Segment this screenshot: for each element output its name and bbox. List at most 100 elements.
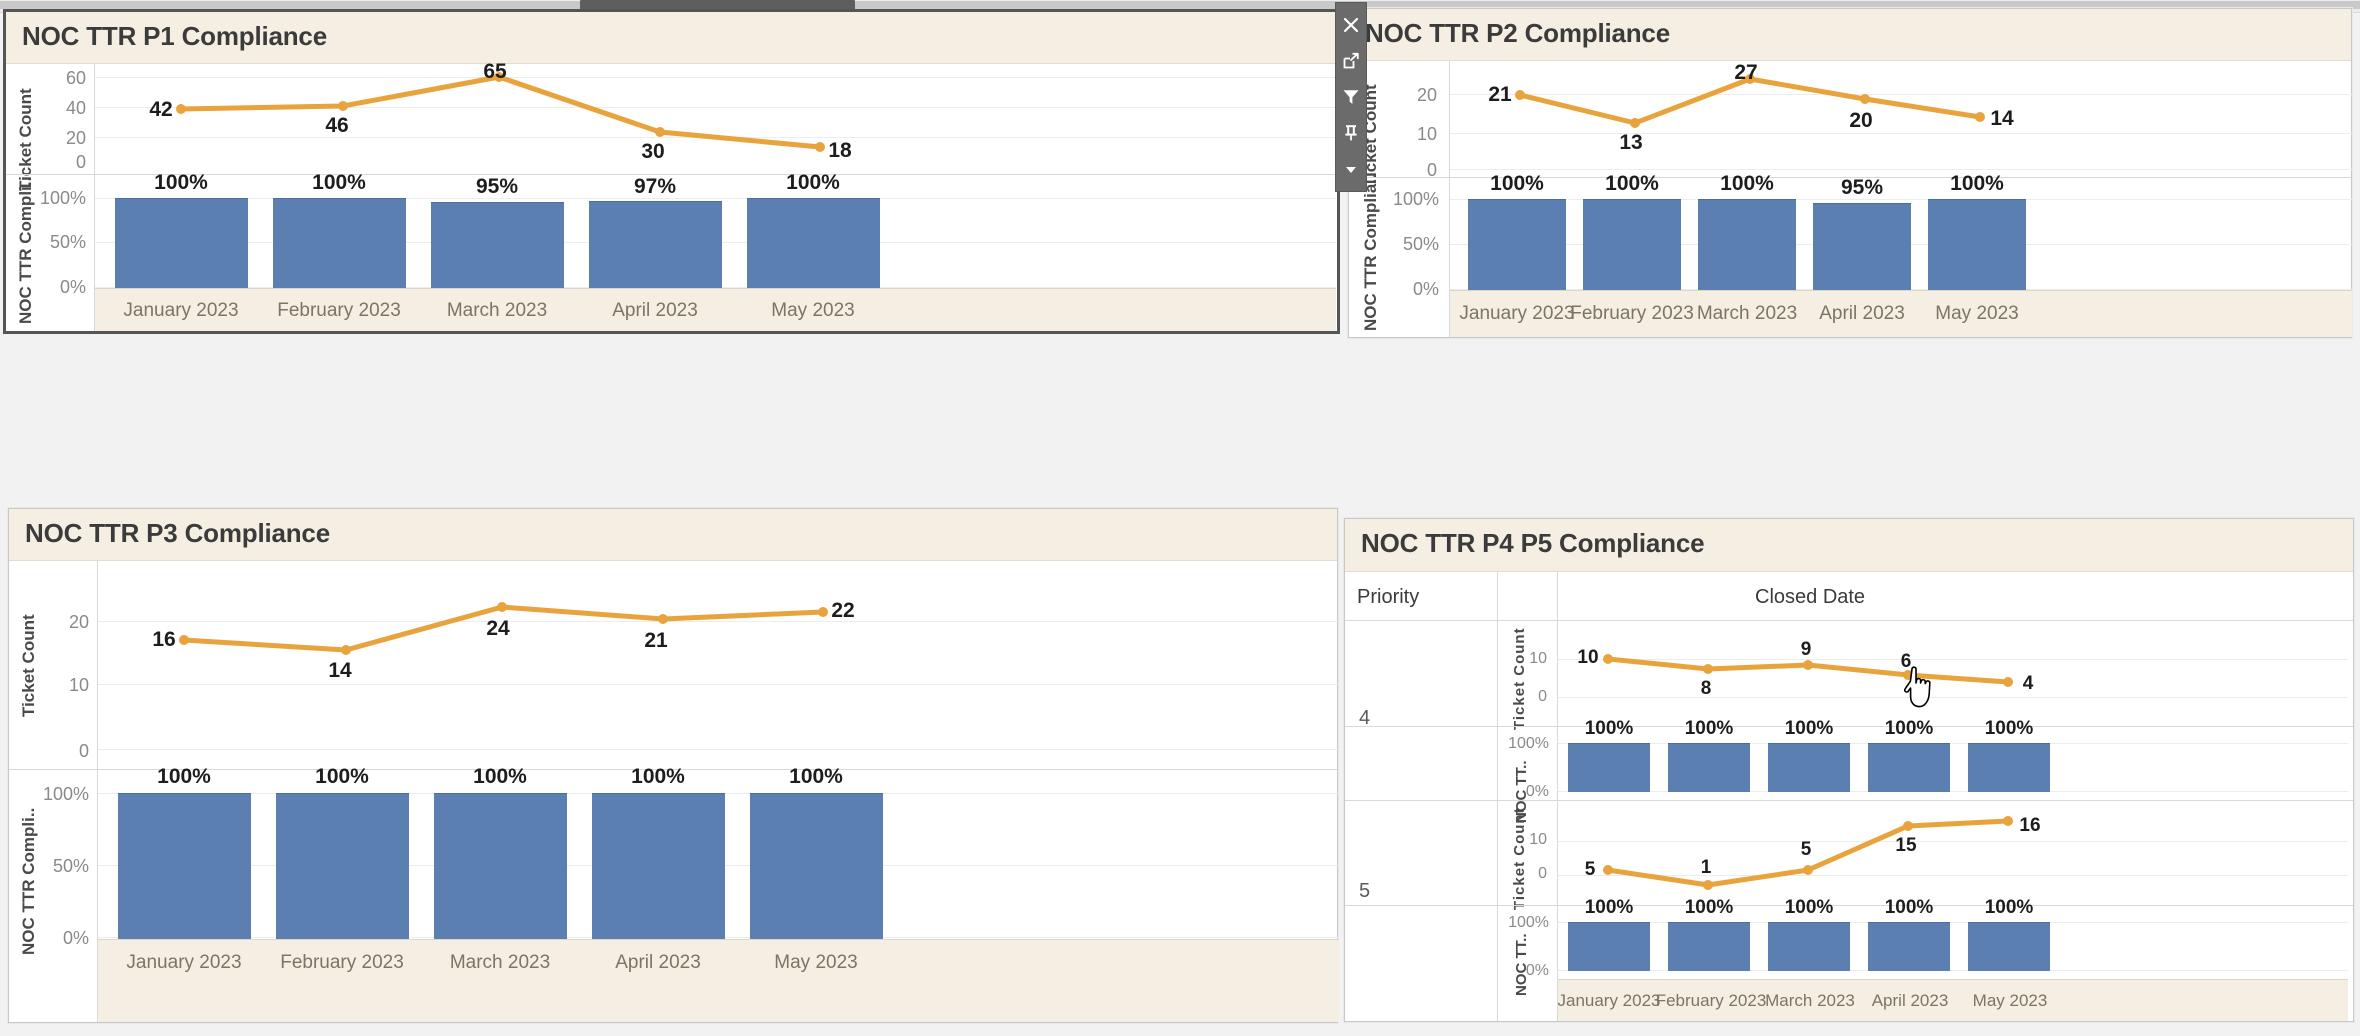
close-button[interactable] [1338,7,1364,43]
matrix-row-priority: 5 [1359,880,1371,902]
p2-bar-label: 100% [1720,172,1774,195]
p1-ytick: 0 [75,152,86,172]
p3-compliance-ytick: 50% [52,856,89,876]
p5-bar[interactable] [1868,922,1950,971]
p1-bar[interactable] [431,202,564,289]
p1-bar[interactable] [747,198,880,289]
p5-bar-label: 100% [1984,897,2034,918]
p4-bar[interactable] [1768,743,1850,792]
p5-bar[interactable] [1968,922,2050,971]
p1-point-label: 30 [641,140,665,163]
p4-compliance-ytick: 0% [1525,783,1549,800]
panel-p3[interactable]: NOC TTR P3 Compliance Ticket Count NOC T… [8,508,1339,1023]
p3-bar[interactable] [118,793,251,939]
p1-x-label: January 2023 [123,300,239,321]
p4-bar-label: 100% [1984,718,2034,739]
p2-x-label: May 2023 [1935,303,2019,324]
p2-bar[interactable] [1928,199,2026,290]
p3-bar[interactable] [276,793,409,939]
p5-ticket-count-line[interactable] [1558,801,2348,905]
p5-bar[interactable] [1768,922,1850,971]
p3-bar-cell: 100% 100% 100% 100% 100% [98,765,1339,950]
panel-p3-body: Ticket Count NOC TTR Compli.. 16 14 24 2… [9,561,1339,1022]
filter-button[interactable] [1338,79,1364,115]
p3-bar[interactable] [592,793,725,939]
p5-bar-label: 100% [1784,897,1834,918]
p5-bar-cell: 100% 100% 100% 100% 100% [1558,897,2348,976]
p4-ticket-count-axis-title: Ticket Count [1511,627,1528,730]
p3-x-axis-band: January 2023 February 2023 March 2023 Ap… [98,939,1339,1022]
p1-bar-label: 100% [154,171,208,194]
p3-x-label: February 2023 [280,952,404,973]
p2-bar[interactable] [1468,199,1566,290]
pin-button[interactable] [1338,115,1364,151]
p4-p5-x-label: April 2023 [1871,991,1949,1010]
p4-bar[interactable] [1668,743,1750,792]
p4-point-label: 9 [1800,639,1812,660]
p4-point-label: 6 [1900,651,1912,672]
p3-point-label: 16 [152,628,176,651]
p3-bar-label: 100% [631,765,685,788]
p5-bar[interactable] [1568,922,1650,971]
p3-ticket-count-line[interactable] [98,561,1339,769]
p2-ytick: 0 [1426,160,1437,180]
p4-bar[interactable] [1868,743,1950,792]
p3-compliance-ytick: 100% [42,784,89,804]
p2-bar[interactable] [1813,203,1911,290]
p3-x-label: March 2023 [449,952,551,973]
p2-x-axis-band: January 2023 February 2023 March 2023 Ap… [1450,290,2352,337]
chevron-down-icon [1346,167,1356,173]
p1-point-label: 46 [325,114,349,137]
p2-compliance-axis-title: NOC TTR Complia.. [1361,174,1380,331]
p2-compliance-ytick: 100% [1392,189,1439,209]
p2-bar-cell: 100% 100% 100% 95% 100% [1450,172,2352,301]
p2-compliance-ytick: 50% [1402,234,1439,254]
panel-p3-title: NOC TTR P3 Compliance [9,509,1337,561]
p4-p5-x-label: January 2023 [1557,991,1661,1010]
p4-bar-label: 100% [1684,718,1734,739]
panel-p2-body: Ticket Count NOC TTR Complia.. 21 13 27 … [1349,61,2352,337]
more-options-button[interactable] [1338,151,1364,187]
p1-compliance-ytick: 0% [59,277,86,297]
p1-bar[interactable] [273,198,406,289]
p1-ticket-count-line[interactable] [95,64,1336,174]
p2-ticket-count-line[interactable] [1450,61,2352,177]
dashboard-screen: NOC TTR P1 Compliance Ticket Count NOC T… [0,0,2360,1036]
p5-point-label: 16 [2019,815,2041,836]
p3-compliance-ytick: 0% [62,928,89,948]
p2-point-label: 13 [1619,131,1643,154]
p2-ytick: 10 [1416,124,1437,144]
export-button[interactable] [1338,43,1364,79]
p4-ticket-count-line[interactable] [1558,621,2348,726]
p2-bar-label: 100% [1490,172,1544,195]
p1-bar[interactable] [115,198,248,289]
p5-bar[interactable] [1668,922,1750,971]
p4-point-label: 10 [1577,647,1599,668]
p5-bar-label: 100% [1584,897,1634,918]
p3-point-label: 21 [644,629,668,652]
panel-p1-body: Ticket Count NOC TTR Compli.. 42 46 65 3… [6,60,1337,331]
p2-bar[interactable] [1698,199,1796,290]
p3-bar[interactable] [750,793,883,939]
p1-compliance-ytick: 50% [49,232,86,252]
p3-line-cell: 16 14 24 21 22 [98,561,1339,769]
p2-bar[interactable] [1583,199,1681,290]
p3-bar[interactable] [434,793,567,939]
panel-p2[interactable]: NOC TTR P2 Compliance Ticket Count NOC T… [1348,8,2352,338]
panel-p1[interactable]: NOC TTR P1 Compliance Ticket Count NOC T… [3,9,1340,334]
p1-compliance-ytick: 100% [39,188,86,208]
p4-ytick: 0 [1538,688,1547,705]
p1-bar[interactable] [589,201,722,289]
p2-ytick: 20 [1416,85,1437,105]
p4-p5-x-label: May 2023 [1972,991,2048,1010]
p4-bar[interactable] [1568,743,1650,792]
export-icon [1343,52,1359,69]
p3-ytick: 10 [68,675,89,695]
p1-x-label: February 2023 [277,300,401,321]
p3-bar-label: 100% [473,765,527,788]
matrix-closed-date-header: Closed Date [1755,586,1866,608]
p5-ytick: 10 [1529,831,1547,848]
panel-p4-p5[interactable]: NOC TTR P4 P5 Compliance Priority Closed… [1344,518,2354,1022]
p4-bar[interactable] [1968,743,2050,792]
visual-toolbar[interactable] [1335,2,1367,192]
